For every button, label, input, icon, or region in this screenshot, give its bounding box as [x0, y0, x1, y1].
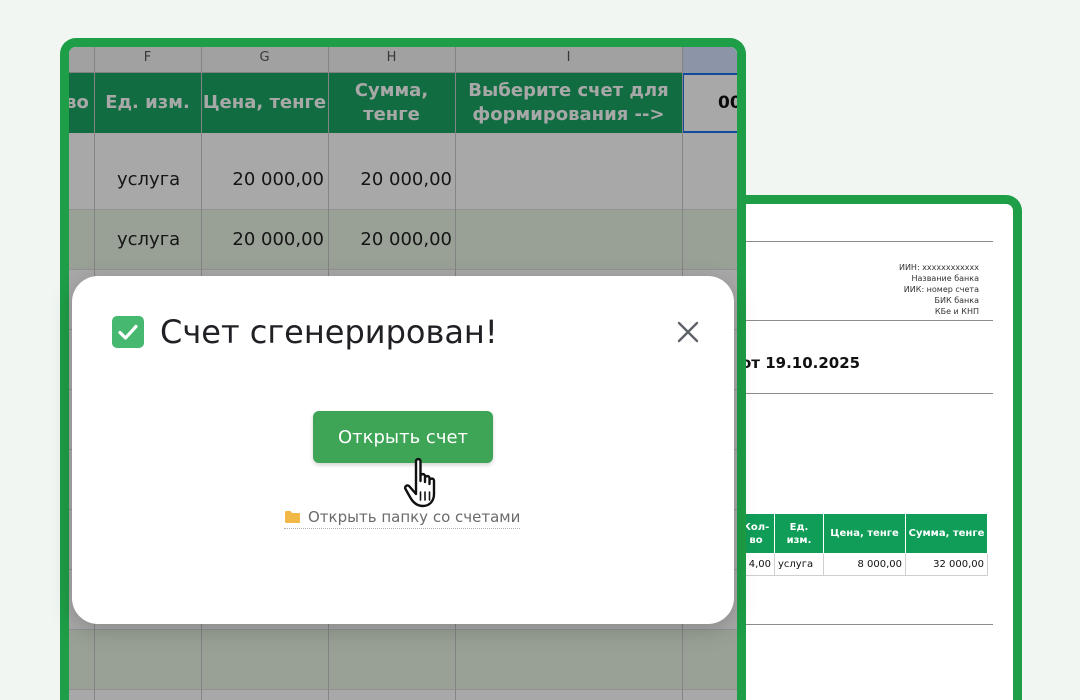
requisite-line: БИК банка [934, 296, 980, 305]
divider [737, 320, 993, 321]
invoice-col-sum: Сумма, тенге [905, 513, 988, 554]
requisite-line: КБе и КНП [934, 307, 979, 316]
folder-icon [284, 510, 301, 524]
invoice-col-price: Цена, тенге [823, 513, 906, 554]
divider [737, 624, 993, 625]
invoice-page: ИИН: хххххххххххх Название банка ИИК: но… [737, 204, 1013, 700]
table-row: 4,00 услуга 8 000,00 32 000,00 [737, 553, 988, 576]
dialog-title: Счет сгенерирован! [160, 313, 498, 351]
close-icon[interactable] [676, 320, 700, 344]
check-icon [112, 316, 144, 348]
invoice-unit: услуга [774, 553, 824, 576]
folder-link-label: Открыть папку со счетами [308, 508, 521, 526]
invoice-generated-dialog: Счет сгенерирован! Открыть счет Открыть … [72, 276, 734, 624]
invoice-preview-frame: ИИН: хххххххххххх Название банка ИИК: но… [728, 195, 1022, 700]
requisite-line: Название банка [911, 274, 979, 283]
invoice-col-unit: Ед. изм. [774, 513, 824, 554]
divider [737, 241, 993, 242]
invoice-date: от 19.10.2025 [741, 354, 861, 372]
hand-pointer-icon [402, 456, 448, 512]
requisite-line: ИИН: хххххххххххх [898, 263, 979, 272]
requisite-line: ИИК: номер счета [903, 285, 979, 294]
invoice-price: 8 000,00 [823, 553, 906, 576]
invoice-sum: 32 000,00 [905, 553, 988, 576]
open-invoices-folder-link[interactable]: Открыть папку со счетами [284, 508, 521, 529]
invoice-bank-requisites: ИИН: хххххххххххх Название банка ИИК: но… [899, 262, 979, 317]
invoice-items-table: Кол- во Ед. изм. Цена, тенге Сумма, тенг… [737, 513, 988, 576]
divider [737, 393, 993, 394]
